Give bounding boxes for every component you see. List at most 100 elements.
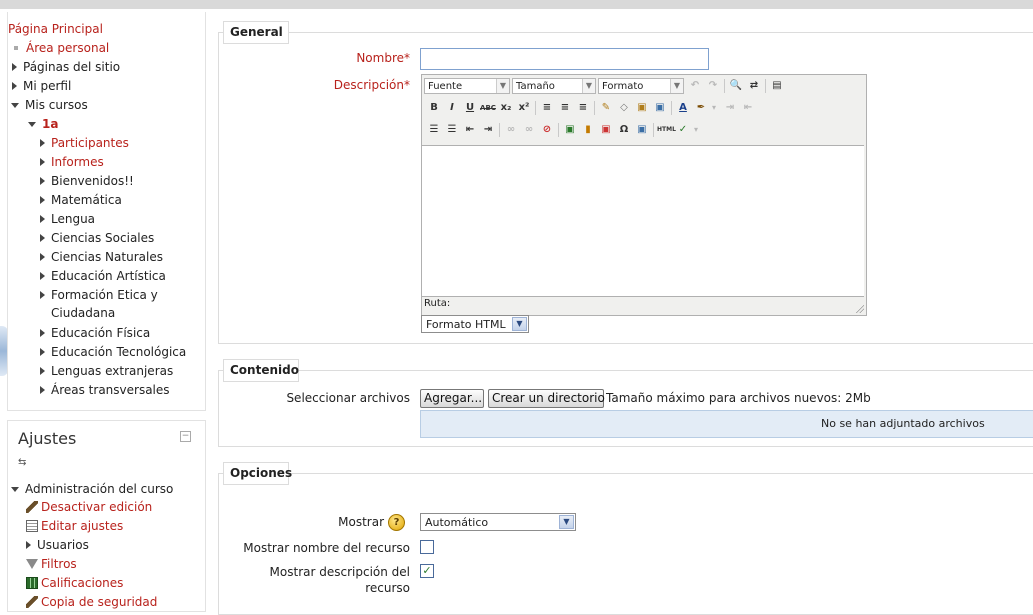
nav-my-profile[interactable]: Mi perfil	[12, 77, 71, 95]
nav-section-item[interactable]: Matemática	[40, 191, 122, 209]
course-admin-node[interactable]: Administración del curso	[11, 480, 173, 498]
expand-arrow-icon	[40, 139, 45, 147]
nolink-icon[interactable]: ⊘	[539, 122, 555, 138]
nav-section-item[interactable]: Educación Tecnológica	[40, 343, 186, 361]
ltr-icon[interactable]: ⇥	[722, 100, 738, 116]
nav-home-link[interactable]: Página Principal	[8, 20, 103, 38]
nav-section-item[interactable]: Educación Física	[40, 324, 150, 342]
align-center-icon[interactable]: ≡	[557, 100, 573, 116]
nav-section-item[interactable]: Lengua	[40, 210, 95, 228]
collapse-block-icon[interactable]: −	[180, 431, 191, 442]
insert-media-icon[interactable]: ▮	[580, 122, 596, 138]
expand-arrow-icon	[12, 63, 17, 71]
backup-link[interactable]: Copia de seguridad	[26, 593, 157, 611]
insert-moodle-media-icon[interactable]: ▣	[598, 122, 614, 138]
spellcheck-icon[interactable]: ✓	[675, 122, 691, 138]
text-color-icon[interactable]: A	[675, 100, 691, 116]
nav-section-item[interactable]: Lenguas extranjeras	[40, 362, 173, 380]
create-directory-button[interactable]: Crear un directorio	[488, 389, 605, 408]
fullscreen-icon[interactable]: ▤	[769, 78, 785, 94]
add-file-button[interactable]: Agregar...	[420, 389, 484, 408]
align-left-icon[interactable]: ≡	[539, 100, 555, 116]
show-name-checkbox[interactable]	[420, 540, 434, 554]
italic-icon[interactable]: I	[444, 100, 460, 116]
align-right-icon[interactable]: ≡	[575, 100, 591, 116]
toolbar-separator	[499, 123, 500, 137]
chevron-down-icon[interactable]: ▾	[709, 100, 719, 116]
nav-participants[interactable]: Participantes	[40, 134, 129, 152]
editor-content-area[interactable]	[422, 145, 864, 297]
collapse-arrow-icon	[28, 122, 36, 127]
subscript-icon[interactable]: x₂	[498, 100, 514, 116]
highlight-color-icon[interactable]: ✒	[693, 100, 709, 116]
nav-section-item[interactable]: Formación Etica y	[40, 286, 158, 304]
find-icon[interactable]: 🔍	[728, 78, 744, 94]
nav-site-pages[interactable]: Páginas del sitio	[12, 58, 120, 76]
name-label: Nombre*	[356, 51, 410, 65]
expand-arrow-icon	[40, 177, 45, 185]
html-source-icon[interactable]: HTML	[657, 122, 676, 138]
special-char-icon[interactable]: Ω	[616, 122, 632, 138]
turn-editing-off-link[interactable]: Desactivar edición	[26, 498, 152, 516]
format-select[interactable]: Formato ▼	[598, 78, 684, 94]
undo-icon[interactable]: ↶	[687, 78, 703, 94]
toolbar-separator	[765, 79, 766, 93]
collapse-arrow-icon	[11, 103, 19, 108]
nav-my-courses[interactable]: Mis cursos	[11, 96, 88, 114]
expand-arrow-icon	[40, 386, 45, 394]
chevron-down-icon[interactable]: ▾	[691, 122, 701, 138]
insert-image-icon[interactable]: ▣	[562, 122, 578, 138]
paste-word-icon[interactable]: ▣	[652, 100, 668, 116]
file-manager-area[interactable]: No se han adjuntado archivos	[420, 410, 1033, 438]
expand-arrow-icon	[40, 234, 45, 242]
font-size-select[interactable]: Tamaño ▼	[512, 78, 596, 94]
display-select[interactable]: Automático ▼	[420, 513, 576, 531]
filters-link[interactable]: Filtros	[26, 555, 77, 573]
eraser-icon[interactable]: ◇	[616, 100, 632, 116]
navigation-block: Página Principal Área personal Páginas d…	[7, 12, 206, 411]
show-description-checkbox[interactable]: ✓	[420, 564, 434, 578]
superscript-icon[interactable]: x²	[516, 100, 532, 116]
redo-icon[interactable]: ↷	[705, 78, 721, 94]
nav-dashboard-link[interactable]: Área personal	[12, 39, 109, 57]
chevron-down-icon: ▼	[512, 317, 527, 331]
grades-link[interactable]: Calificaciones	[26, 574, 123, 592]
replace-icon[interactable]: ⇄	[746, 78, 762, 94]
nav-section-item-continued[interactable]: Ciudadana	[51, 304, 115, 322]
expand-arrow-icon	[40, 253, 45, 261]
name-input[interactable]	[420, 48, 709, 70]
unlink-icon[interactable]: ∞	[521, 122, 537, 138]
edit-settings-link[interactable]: Editar ajustes	[26, 517, 123, 535]
bold-icon[interactable]: B	[426, 100, 442, 116]
nav-section-item[interactable]: Educación Artística	[40, 267, 166, 285]
rich-text-editor: Fuente ▼ Tamaño ▼ Formato ▼ ↶ ↷ 🔍 ⇄ ▤ B I U…	[421, 74, 867, 316]
nav-reports[interactable]: Informes	[40, 153, 104, 171]
insert-table-icon[interactable]: ▣	[634, 122, 650, 138]
expand-arrow-icon	[40, 348, 45, 356]
nav-section-item[interactable]: Ciencias Naturales	[40, 248, 163, 266]
backup-icon	[26, 596, 38, 608]
numbered-list-icon[interactable]: ☰	[444, 122, 460, 138]
nav-section-item[interactable]: Bienvenidos!!	[40, 172, 134, 190]
no-files-text: No se han adjuntado archivos	[821, 417, 985, 430]
link-icon[interactable]: ∞	[503, 122, 519, 138]
toolbar-separator	[671, 101, 672, 115]
bullet-list-icon[interactable]: ☰	[426, 122, 442, 138]
underline-icon[interactable]: U	[462, 100, 478, 116]
rtl-icon[interactable]: ⇤	[740, 100, 756, 116]
font-family-select[interactable]: Fuente ▼	[424, 78, 510, 94]
nav-course-1a[interactable]: 1a	[28, 115, 58, 133]
nav-section-item[interactable]: Áreas transversales	[40, 381, 170, 399]
strikethrough-icon[interactable]: ABC	[480, 100, 496, 116]
dock-icon[interactable]: ⇆	[18, 457, 26, 468]
indent-icon[interactable]: ⇥	[480, 122, 496, 138]
clean-format-icon[interactable]: ✎	[598, 100, 614, 116]
paste-text-icon[interactable]: ▣	[634, 100, 650, 116]
users-node[interactable]: Usuarios	[26, 536, 89, 554]
max-size-text: Tamaño máximo para archivos nuevos: 2Mb	[606, 391, 871, 405]
help-icon[interactable]: ?	[388, 514, 405, 531]
nav-section-item[interactable]: Ciencias Sociales	[40, 229, 154, 247]
resize-handle-icon[interactable]	[856, 305, 864, 313]
outdent-icon[interactable]: ⇤	[462, 122, 478, 138]
text-format-select[interactable]: Formato HTML ▼	[421, 315, 529, 333]
